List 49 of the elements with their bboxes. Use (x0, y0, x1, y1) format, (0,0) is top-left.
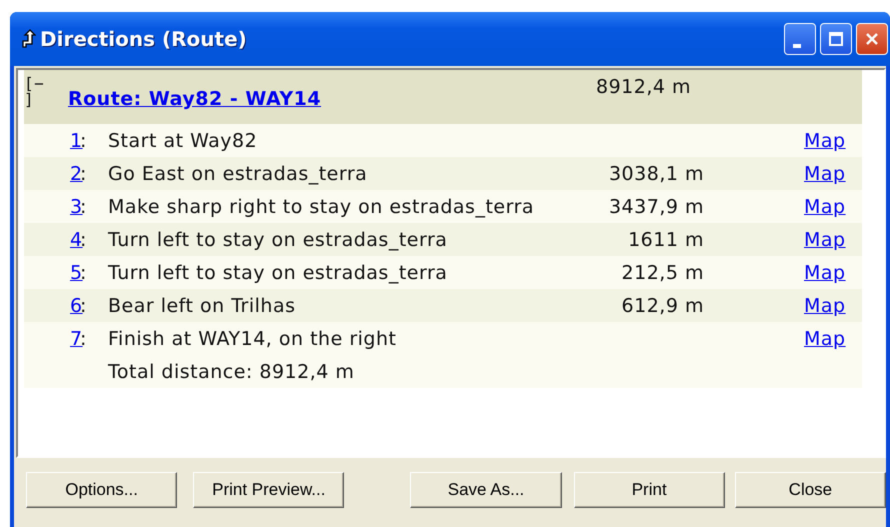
step-instruction: Start at Way82 (108, 130, 258, 152)
route-distance: 8912,4 m (595, 76, 692, 98)
step-colon: : (80, 228, 88, 250)
minimize-button[interactable] (784, 23, 816, 55)
map-link[interactable]: Map (804, 294, 846, 316)
dialog-button[interactable]: Print Preview... (193, 472, 344, 508)
step-instruction: Finish at WAY14, on the right (108, 328, 398, 350)
step-colon: : (80, 262, 88, 284)
map-link[interactable]: Map (804, 130, 846, 152)
step-number-link[interactable]: 7 (70, 328, 80, 350)
step-instruction: Go East on estradas_terra (108, 162, 368, 184)
dialog-button[interactable]: Save As... (410, 472, 562, 508)
maximize-button[interactable] (820, 23, 852, 55)
collapse-toggle[interactable]: [− ] (24, 76, 68, 108)
step-colon: : (80, 196, 88, 218)
step-number-link[interactable]: 1 (70, 130, 80, 152)
step-distance: 1611 m (628, 228, 704, 250)
step-colon: : (80, 328, 88, 350)
step-number-link[interactable]: 2 (70, 162, 80, 184)
step-distance: 3038,1 m (608, 162, 704, 184)
step-number-link[interactable]: 6 (70, 294, 80, 316)
window-title: Directions (Route) (40, 27, 247, 51)
step-distance: 612,9 m (622, 294, 704, 316)
step-colon: : (80, 130, 88, 152)
step-colon: : (80, 294, 88, 316)
turn-arrow-icon (20, 29, 36, 49)
step-number-link[interactable]: 4 (70, 228, 80, 250)
minimize-icon (793, 44, 801, 48)
dialog-button[interactable]: Options... (26, 472, 178, 508)
step-number-link[interactable]: 5 (70, 262, 80, 284)
map-link[interactable]: Map (804, 228, 846, 250)
close-button[interactable] (856, 23, 888, 55)
dialog-button[interactable]: Close (734, 472, 886, 508)
map-link[interactable]: Map (804, 196, 846, 218)
step-instruction: Bear left on Trilhas (108, 294, 297, 316)
map-link[interactable]: Map (804, 262, 846, 284)
route-link[interactable]: Route: Way82 - WAY14 (68, 88, 542, 110)
dialog-button[interactable]: Print (574, 472, 725, 508)
step-instruction: Make sharp right to stay on estradas_terra (108, 196, 536, 218)
step-number-link[interactable]: 3 (70, 196, 80, 218)
step-instruction: Turn left to stay on estradas_terra (108, 262, 448, 284)
step-distance: 212,5 m (622, 262, 704, 284)
step-instruction: Turn left to stay on estradas_terra (108, 228, 448, 250)
map-link[interactable]: Map (804, 162, 846, 184)
total-distance: Total distance: 8912,4 m (108, 360, 356, 382)
map-link[interactable]: Map (804, 328, 846, 350)
step-colon: : (80, 162, 88, 184)
maximize-icon (826, 29, 846, 49)
step-distance: 3437,9 m (608, 196, 704, 218)
